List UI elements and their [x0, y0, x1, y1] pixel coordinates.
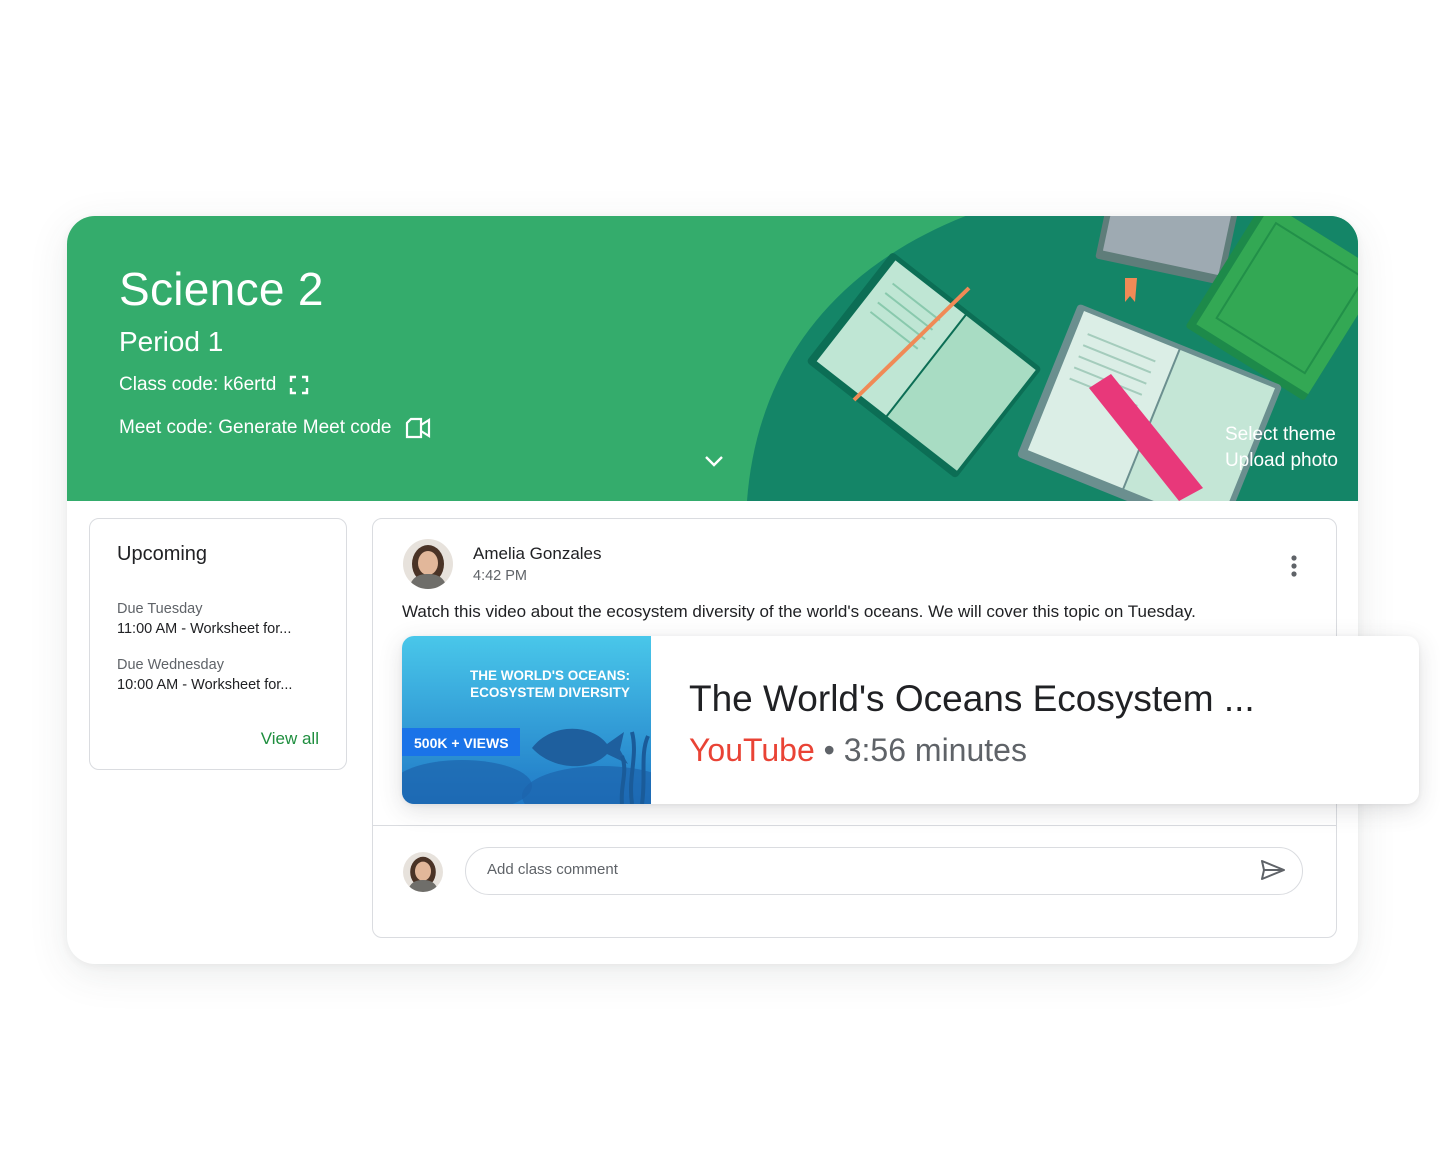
post-body: Watch this video about the ecosystem div…: [402, 602, 1196, 621]
video-thumbnail[interactable]: 500K + VIEWS THE WORLD'S OCEANS: ECOSYST…: [402, 636, 651, 804]
class-title: Science 2: [119, 263, 324, 315]
upload-photo-link[interactable]: Upload photo: [1225, 448, 1338, 474]
meet-code-row: Meet code: Generate Meet code: [119, 417, 432, 439]
qr-code-icon[interactable]: [288, 374, 310, 396]
upcoming-title: Upcoming: [117, 543, 208, 565]
video-meta: YouTube • 3:56 minutes: [689, 732, 1027, 769]
video-duration: 3:56 minutes: [843, 732, 1027, 768]
class-section: Period 1: [119, 326, 224, 357]
commenter-avatar: [403, 852, 443, 892]
view-all-link[interactable]: View all: [261, 729, 319, 749]
class-card: Science 2 Period 1 Class code: k6ertd Me…: [67, 216, 1358, 964]
class-comment-input[interactable]: [485, 860, 1249, 879]
thumbnail-title-line-2: ECOSYSTEM DIVERSITY: [470, 685, 630, 700]
upcoming-item[interactable]: 11:00 AM - Worksheet for...: [117, 621, 291, 637]
more-vert-icon[interactable]: [1290, 554, 1298, 583]
class-code-text: Class code: k6ertd: [119, 374, 277, 395]
upcoming-item[interactable]: 10:00 AM - Worksheet for...: [117, 677, 292, 693]
video-title[interactable]: The World's Oceans Ecosystem ...: [689, 678, 1255, 720]
author-name: Amelia Gonzales: [473, 544, 602, 563]
video-camera-icon[interactable]: [404, 417, 432, 439]
class-banner: Science 2 Period 1 Class code: k6ertd Me…: [67, 216, 1358, 501]
chevron-down-icon[interactable]: [703, 454, 725, 473]
meta-separator: •: [823, 732, 835, 768]
class-code-row: Class code: k6ertd: [119, 374, 310, 396]
due-label: Due Tuesday: [117, 601, 203, 617]
video-attachment[interactable]: 500K + VIEWS THE WORLD'S OCEANS: ECOSYST…: [402, 636, 1419, 804]
send-icon[interactable]: [1260, 858, 1286, 887]
meet-code-text[interactable]: Meet code: Generate Meet code: [119, 417, 392, 439]
thumbnail-title-line-1: THE WORLD'S OCEANS:: [470, 668, 630, 683]
author-avatar: [403, 539, 453, 589]
post-time: 4:42 PM: [473, 568, 527, 584]
views-badge-text: 500K + VIEWS: [414, 735, 509, 751]
banner-customize-links: Select theme Upload photo: [1225, 422, 1338, 474]
class-comment-field[interactable]: [465, 847, 1303, 895]
upcoming-panel: Upcoming Due Tuesday 11:00 AM - Workshee…: [89, 518, 347, 770]
select-theme-link[interactable]: Select theme: [1225, 422, 1338, 448]
video-source: YouTube: [689, 732, 815, 768]
comment-divider: [373, 825, 1336, 826]
due-label: Due Wednesday: [117, 657, 224, 673]
